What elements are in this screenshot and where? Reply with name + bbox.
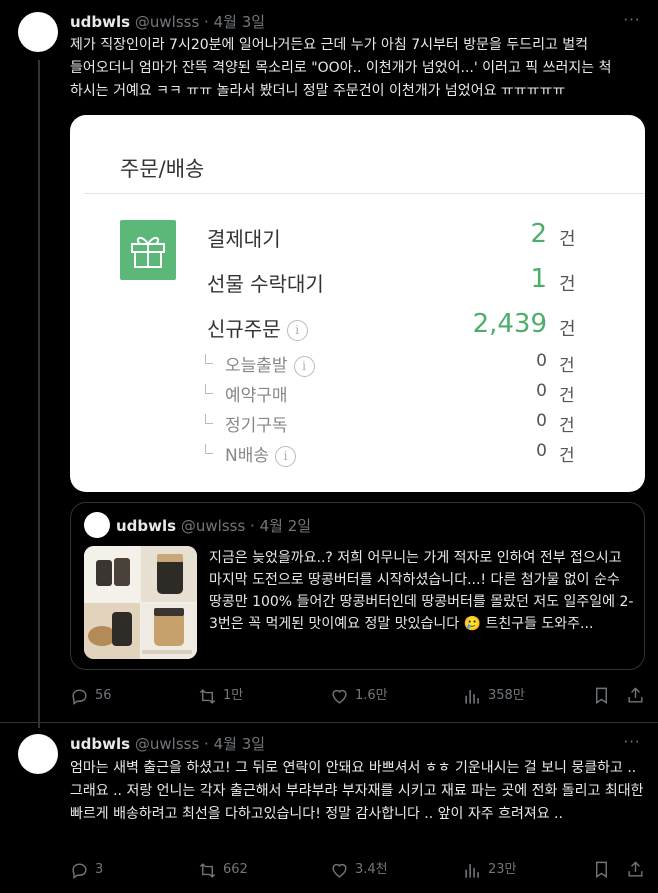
heart-icon	[332, 863, 347, 878]
action-bar: 3 662 3.4천 23만	[70, 859, 645, 881]
quoted-text: 지금은 늦었을까요..? 저희 어무니는 가게 적자로 인하여 전부 접으시고 …	[209, 550, 634, 632]
order-row-reserved: 예약구매 0 건	[70, 381, 645, 411]
post-separator	[0, 722, 658, 723]
quoted-display-name: udbwls	[116, 517, 177, 535]
post-text: 엄마는 새벽 출근을 하셨고! 그 뒤로 연락이 안돼요 바쁘셔서 ㅎㅎ 기운내…	[70, 760, 644, 822]
row-label: 결제대기	[207, 227, 281, 251]
share-button[interactable]	[626, 685, 651, 707]
post-header: udbwls @uwlsss · 4월 3일	[70, 12, 265, 32]
bookmark-icon	[596, 687, 607, 704]
view-count: 23만	[488, 862, 517, 877]
bookmark-button[interactable]	[592, 859, 617, 881]
bookmark-icon	[596, 861, 607, 878]
row-label: 예약구매	[205, 381, 288, 406]
separator-dot: ·	[250, 517, 255, 535]
like-count: 3.4천	[355, 862, 388, 877]
quoted-date: 4월 2일	[259, 517, 312, 535]
row-unit: 건	[559, 356, 575, 376]
analytics-icon	[465, 689, 479, 704]
row-unit: 건	[559, 319, 576, 340]
row-label: N배송 i	[205, 441, 296, 467]
quoted-header: udbwls @uwlsss · 4월 2일	[116, 515, 311, 536]
divider	[84, 193, 645, 194]
repost-count: 662	[223, 862, 248, 877]
row-unit: 건	[559, 416, 575, 436]
row-label-text: 신규주문	[207, 317, 281, 341]
row-label-text: 오늘출발	[225, 356, 288, 376]
reply-icon	[72, 688, 87, 705]
row-label: 신규주문 i	[207, 313, 308, 342]
quoted-handle: @uwlsss	[180, 517, 246, 535]
repost-icon	[199, 862, 216, 878]
order-screenshot-image[interactable]: 주문/배송 결제대기 2 건 선물 수락대기 1 건 신규주문 i 2,439 건…	[70, 115, 645, 492]
post-header: udbwls @uwlsss · 4월 3일	[70, 734, 265, 754]
share-icon	[628, 687, 643, 703]
order-row-new-orders: 신규주문 i 2,439 건	[70, 309, 645, 343]
like-button[interactable]: 1.6만	[330, 685, 388, 707]
heart-icon	[332, 689, 347, 704]
thread-connector	[38, 60, 40, 728]
repost-button[interactable]: 662	[198, 859, 248, 881]
row-value: 2,439	[472, 309, 547, 339]
more-options-icon[interactable]: ···	[622, 734, 642, 754]
handle[interactable]: @uwlsss	[135, 735, 199, 753]
row-label-text: N배송	[225, 446, 269, 466]
like-button[interactable]: 3.4천	[330, 859, 388, 881]
row-unit: 건	[559, 274, 576, 295]
order-row-subscription: 정기구독 0 건	[70, 411, 645, 441]
row-value: 0	[536, 441, 547, 461]
row-label: 선물 수락대기	[207, 272, 324, 296]
post-date[interactable]: 4월 3일	[214, 735, 265, 753]
reply-icon	[72, 862, 87, 879]
repost-icon	[199, 688, 216, 704]
quoted-avatar	[84, 512, 110, 538]
order-row-gift-pending: 선물 수락대기 1 건	[70, 264, 645, 298]
reply-button[interactable]: 3	[70, 859, 103, 881]
row-value: 0	[536, 351, 547, 371]
row-value: 2	[530, 219, 547, 249]
row-value: 1	[530, 264, 547, 294]
reply-count: 56	[95, 688, 112, 703]
row-unit: 건	[559, 446, 575, 466]
row-value: 0	[536, 411, 547, 431]
reply-button[interactable]: 56	[70, 685, 112, 707]
row-unit: 건	[559, 229, 576, 250]
avatar[interactable]	[18, 12, 58, 52]
post-date[interactable]: 4월 3일	[214, 13, 265, 31]
repost-button[interactable]: 1만	[198, 685, 243, 707]
views-button[interactable]: 358만	[463, 685, 525, 707]
like-count: 1.6만	[355, 688, 388, 703]
order-row-n-delivery: N배송 i 0 건	[70, 441, 645, 471]
separator-dot: ·	[204, 13, 209, 31]
post-text: 제가 직장인이라 7시20분에 일어나거든요 근데 누가 아침 7시부터 방문을…	[70, 37, 612, 99]
row-label: 오늘출발 i	[205, 351, 315, 377]
repost-count: 1만	[223, 688, 244, 703]
display-name[interactable]: udbwls	[70, 735, 130, 753]
bookmark-button[interactable]	[592, 685, 617, 707]
quoted-post[interactable]: udbwls @uwlsss · 4월 2일 지금은 늦었을까요..? 저희 어…	[70, 502, 645, 670]
row-value: 0	[536, 381, 547, 401]
separator-dot: ·	[204, 735, 209, 753]
info-icon: i	[275, 445, 296, 467]
view-count: 358만	[488, 688, 525, 703]
analytics-icon	[465, 863, 479, 878]
order-row-ship-today: 오늘출발 i 0 건	[70, 351, 645, 381]
order-row-payment-pending: 결제대기 2 건	[70, 219, 645, 253]
avatar[interactable]	[18, 734, 58, 774]
peanut-butter-product-image	[84, 546, 197, 659]
row-unit: 건	[559, 386, 575, 406]
handle[interactable]: @uwlsss	[135, 13, 199, 31]
info-icon: i	[286, 320, 308, 341]
row-label: 정기구독	[205, 411, 288, 436]
reply-count: 3	[95, 862, 104, 877]
screenshot-title: 주문/배송	[120, 157, 205, 181]
action-bar: 56 1만 1.6만 358만	[70, 685, 645, 707]
info-icon: i	[293, 355, 315, 377]
display-name[interactable]: udbwls	[70, 13, 130, 31]
share-icon	[628, 861, 643, 877]
views-button[interactable]: 23만	[463, 859, 517, 881]
more-options-icon[interactable]: ···	[622, 12, 642, 32]
share-button[interactable]	[626, 859, 651, 881]
